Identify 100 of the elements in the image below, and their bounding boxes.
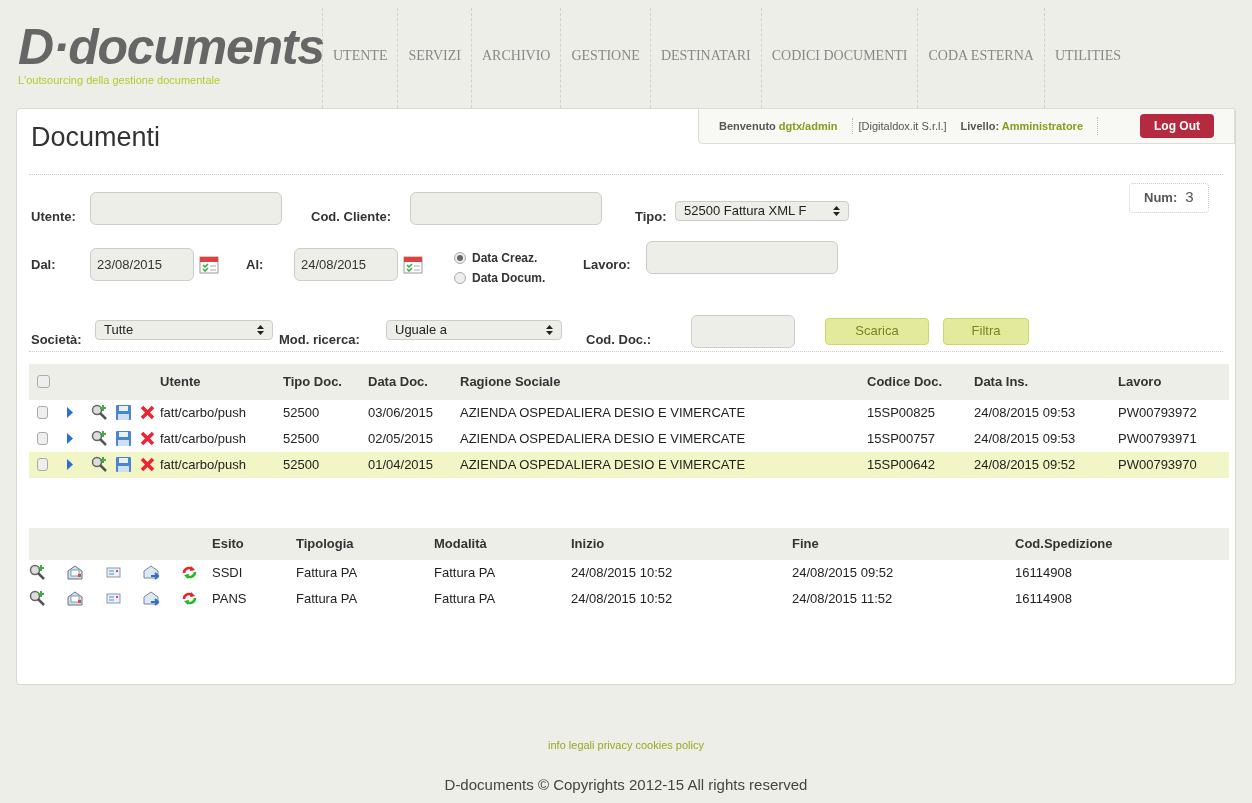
- nav-link[interactable]: UTILITIES: [1054, 48, 1121, 63]
- input-field[interactable]: [90, 191, 282, 225]
- table-cell-text: 24/08/2015 09:52: [974, 455, 1076, 474]
- field-label: Cod. Doc.:: [586, 330, 651, 349]
- radio-label: Data Creaz.: [472, 249, 538, 267]
- table-cell-text: 15SP00642: [867, 455, 935, 474]
- save-icon[interactable]: [115, 456, 132, 473]
- table-cell-text: fatt/carbo/push: [160, 429, 246, 448]
- column-header: Fine: [792, 534, 819, 553]
- column-header: Tipologia: [296, 534, 354, 553]
- input-field[interactable]: [646, 240, 838, 274]
- checkbox[interactable]: [37, 406, 48, 419]
- table-cell-text: 15SP00757: [867, 429, 935, 448]
- table-cell-text: Fattura PA: [434, 589, 496, 608]
- column-header: Lavoro: [1118, 372, 1162, 391]
- logout-button[interactable]: Log Out: [1140, 114, 1214, 138]
- table-cell-text: PANS: [212, 589, 247, 608]
- select-field[interactable]: 52500 Fattura XML F: [675, 200, 849, 221]
- field-label: Utente:: [31, 207, 76, 226]
- forward-envelope-icon[interactable]: [143, 590, 160, 607]
- save-icon[interactable]: [115, 404, 132, 421]
- select-field[interactable]: Tutte: [95, 319, 273, 340]
- radio-button[interactable]: [454, 271, 466, 284]
- radio-button[interactable]: [454, 251, 466, 264]
- updown-arrow-icon: [833, 205, 840, 216]
- input-field[interactable]: [410, 191, 602, 225]
- table-cell-text: fatt/carbo/push: [160, 455, 246, 474]
- table-cell-text: 16114908: [1015, 589, 1072, 608]
- checkbox[interactable]: [37, 375, 50, 388]
- nav-link[interactable]: SERVIZI: [408, 48, 461, 63]
- delete-icon[interactable]: [139, 404, 156, 421]
- column-header: Inizio: [571, 534, 605, 553]
- table-cell-text: 24/08/2015 09:52: [792, 563, 894, 582]
- table-row[interactable]: fatt/carbo/push 52500 01/04/2015 AZIENDA OSPEDALIERA DESIO E VIMERCATE 15SP00642 24/08/2015 09:52 PW00793970: [29, 451, 1229, 478]
- input-field[interactable]: 24/08/2015: [294, 247, 398, 281]
- table-cell-text: 01/04/2015: [368, 455, 434, 474]
- nav-link[interactable]: UTENTE: [333, 48, 388, 63]
- nav-link[interactable]: ARCHIVIO: [482, 48, 551, 63]
- checkbox[interactable]: [37, 432, 48, 445]
- input-field[interactable]: [691, 314, 795, 348]
- refresh-icon[interactable]: [181, 564, 198, 581]
- action-button[interactable]: Scarica: [825, 317, 929, 345]
- level-text: Livello: Amministratore: [960, 118, 1083, 134]
- delete-icon[interactable]: [139, 456, 156, 473]
- field-label: Al:: [246, 255, 264, 274]
- zoom-icon[interactable]: [91, 456, 108, 473]
- envelope-icon[interactable]: [105, 564, 122, 581]
- field-label: Tipo:: [635, 207, 667, 226]
- column-header: Modalità: [434, 534, 487, 553]
- footer-links[interactable]: info legali privacy cookies policy: [548, 737, 704, 754]
- forward-envelope-icon[interactable]: [143, 564, 160, 581]
- calendar-icon[interactable]: [199, 253, 219, 274]
- zoom-icon[interactable]: [29, 564, 46, 581]
- table-cell-text: AZIENDA OSPEDALIERA DESIO E VIMERCATE: [460, 455, 746, 474]
- field-label: Società:: [31, 330, 82, 349]
- checkbox[interactable]: [37, 458, 48, 471]
- zoom-icon[interactable]: [91, 430, 108, 447]
- column-header: Tipo Doc.: [283, 372, 342, 391]
- calendar-icon[interactable]: [403, 253, 423, 274]
- document-envelope-icon[interactable]: [67, 564, 84, 581]
- nav-link[interactable]: CODA ESTERNA: [928, 48, 1034, 63]
- column-header: Utente: [160, 372, 201, 391]
- logo: D·documents: [18, 22, 322, 72]
- field-label: Dal:: [31, 255, 56, 274]
- updown-arrow-icon: [546, 324, 553, 335]
- table-cell-text: Fattura PA: [296, 589, 358, 608]
- field-label: Lavoro:: [583, 255, 631, 274]
- input-field[interactable]: 23/08/2015: [90, 247, 194, 281]
- zoom-icon[interactable]: [91, 404, 108, 421]
- table-cell-text: 24/08/2015 09:53: [974, 429, 1076, 448]
- column-header: Esito: [212, 534, 244, 553]
- envelope-icon[interactable]: [105, 590, 122, 607]
- action-button[interactable]: Filtra: [943, 317, 1029, 345]
- radio-label: Data Docum.: [472, 269, 546, 287]
- table-cell-text: PW00793970: [1118, 455, 1197, 474]
- refresh-icon[interactable]: [181, 590, 198, 607]
- table-cell-text: AZIENDA OSPEDALIERA DESIO E VIMERCATE: [460, 403, 746, 422]
- table-cell-text: 15SP00825: [867, 403, 935, 422]
- table-cell-text: 16114908: [1015, 563, 1072, 582]
- document-envelope-icon[interactable]: [67, 590, 84, 607]
- nav-link[interactable]: CODICI DOCUMENTI: [771, 48, 908, 63]
- select-field[interactable]: Uguale a: [386, 319, 562, 340]
- field-label: Cod. Cliente:: [311, 207, 392, 226]
- table-cell-text: fatt/carbo/push: [160, 403, 246, 422]
- table-cell-text: 52500: [283, 455, 320, 474]
- delete-icon[interactable]: [139, 430, 156, 447]
- column-header: Cod.Spedizione: [1015, 534, 1113, 553]
- nav-link[interactable]: DESTINATARI: [660, 48, 751, 63]
- table-cell-text: 52500: [283, 429, 320, 448]
- nav-link[interactable]: GESTIONE: [571, 48, 640, 63]
- table-cell-text: Fattura PA: [434, 563, 496, 582]
- zoom-icon[interactable]: [29, 590, 46, 607]
- logo-tagline: L'outsourcing della gestione documentale: [18, 73, 222, 88]
- column-header: Ragione Sociale: [460, 372, 561, 391]
- table-cell-text: 52500: [283, 403, 320, 422]
- column-header: Data Ins.: [974, 372, 1029, 391]
- save-icon[interactable]: [115, 430, 132, 447]
- table-cell-text: 24/08/2015 10:52: [571, 589, 673, 608]
- table-cell-text: SSDI: [212, 563, 243, 582]
- company-text: [Digitaldox.it S.r.l.]: [851, 117, 947, 135]
